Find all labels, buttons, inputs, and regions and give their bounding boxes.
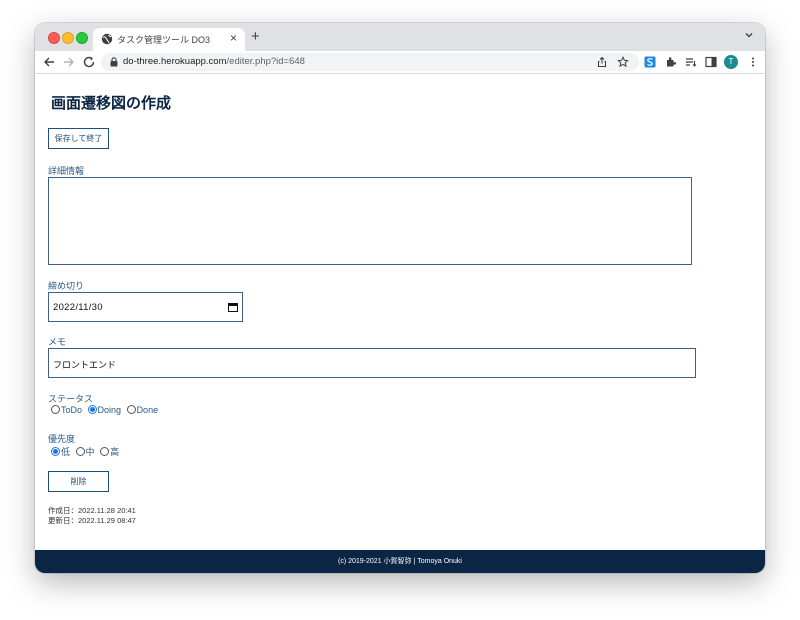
radio-medium[interactable] [75,447,85,456]
new-tab-button[interactable]: + [251,29,260,45]
status-label: ステータス [48,394,94,404]
side-panel-icon[interactable] [705,56,717,68]
tab-title: タスク管理ツール DO3 [117,35,211,45]
updated-date: 更新日：2022.11.29 08:47 [48,516,136,525]
lock-icon[interactable] [110,57,118,67]
browser-window: タスク管理ツール DO3 × + do-three.herokuapp.com/… [35,23,765,573]
page-content: 画面遷移図の作成 保存して終了 詳細情報 締め切り 2022/11/30 メモ … [35,74,765,573]
status-option-done[interactable]: Done [126,405,158,415]
extensions-puzzle-icon[interactable] [665,56,677,68]
reading-list-icon[interactable] [685,56,697,68]
priority-radio-group: 低 中 高 [51,445,122,458]
status-option-doing[interactable]: Doing [87,405,121,415]
details-textarea[interactable] [48,177,692,265]
extension-s-icon[interactable] [644,56,656,68]
priority-option-high[interactable]: 高 [100,447,119,457]
deadline-value: 2022/11/30 [53,302,103,313]
radio-low[interactable] [51,447,60,456]
reload-icon[interactable] [82,55,96,69]
radio-done[interactable] [126,405,136,414]
deadline-date-input[interactable]: 2022/11/30 [48,292,243,322]
save-and-exit-button[interactable]: 保存して終了 [48,128,109,149]
maximize-window-button[interactable] [76,32,88,44]
url-text: do-three.herokuapp.com/editer.php?id=648 [123,56,305,67]
radio-high[interactable] [100,447,110,456]
timestamps: 作成日：2022.11.28 20:41 更新日：2022.11.29 08:4… [48,506,136,526]
memo-input[interactable]: フロントエンド [48,348,696,378]
address-bar[interactable]: do-three.herokuapp.com/editer.php?id=648 [101,53,639,71]
forward-arrow-icon[interactable] [62,55,76,69]
share-icon[interactable] [596,56,608,68]
status-radio-group: ToDo Doing Done [51,405,161,415]
tab-close-icon[interactable]: × [230,31,237,45]
tab-strip: タスク管理ツール DO3 × + [35,23,765,51]
priority-option-low[interactable]: 低 [51,447,70,457]
radio-doing[interactable] [87,405,97,414]
memo-value: フロントエンド [53,360,117,370]
browser-tab[interactable]: タスク管理ツール DO3 × [93,28,245,51]
memo-label: メモ [48,337,67,347]
status-option-todo[interactable]: ToDo [51,405,82,415]
kebab-menu-icon[interactable] [747,56,759,68]
footer: (c) 2019-2021 小賀智弥 | Tomoya Onuki [35,550,765,573]
radio-todo[interactable] [51,405,60,414]
priority-label: 優先度 [48,434,76,444]
minimize-window-button[interactable] [62,32,74,44]
details-label: 詳細情報 [48,166,85,176]
profile-avatar[interactable]: T [724,55,738,69]
calendar-icon[interactable] [228,302,238,312]
browser-toolbar: do-three.herokuapp.com/editer.php?id=648… [35,51,765,74]
bookmark-star-icon[interactable] [617,56,629,68]
back-arrow-icon[interactable] [42,55,56,69]
created-date: 作成日：2022.11.28 20:41 [48,506,136,515]
chevron-down-icon[interactable] [743,29,755,41]
page-title: 画面遷移図の作成 [51,95,172,112]
deadline-label: 締め切り [48,281,85,291]
priority-option-medium[interactable]: 中 [75,447,95,457]
globe-icon [101,33,113,45]
delete-button[interactable]: 削除 [48,471,109,492]
close-window-button[interactable] [48,32,60,44]
